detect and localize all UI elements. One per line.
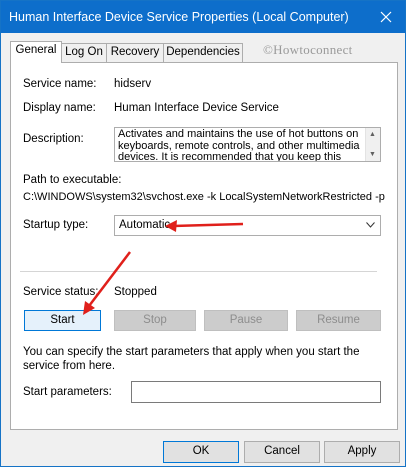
title-bar[interactable]: Human Interface Device Service Propertie… (1, 1, 405, 33)
pause-button[interactable]: Pause (204, 310, 288, 331)
watermark: ©Howtoconnect (263, 42, 353, 57)
path-value: C:\WINDOWS\system32\svchost.exe -k Local… (23, 191, 385, 203)
resume-button[interactable]: Resume (296, 310, 381, 331)
start-params-input[interactable] (131, 381, 381, 403)
apply-button[interactable]: Apply (324, 441, 400, 463)
service-name-value: hidserv (114, 78, 152, 90)
description-scrollbar[interactable]: ▲ ▼ (365, 128, 380, 161)
startup-type-select[interactable]: Automatic (114, 215, 381, 236)
service-status-label: Service status: (23, 286, 99, 298)
startup-type-label: Startup type: (23, 219, 89, 231)
scroll-down-icon[interactable]: ▼ (369, 151, 376, 158)
divider (20, 271, 377, 272)
start-button[interactable]: Start (24, 310, 101, 331)
tab-log-on[interactable]: Log On (61, 43, 107, 62)
scroll-up-icon[interactable]: ▲ (369, 131, 376, 138)
window-title: Human Interface Device Service Propertie… (9, 10, 349, 24)
tab-general[interactable]: General (10, 41, 62, 63)
start-params-label: Start parameters: (23, 386, 112, 398)
stop-button[interactable]: Stop (114, 310, 196, 331)
general-tab-panel: Service name: hidserv Display name: Huma… (10, 62, 398, 430)
service-status-value: Stopped (114, 286, 157, 298)
description-text: Activates and maintains the use of hot b… (118, 128, 360, 162)
startup-type-value: Automatic (119, 219, 171, 231)
start-params-help: You can specify the start parameters tha… (23, 346, 360, 372)
service-name-label: Service name: (23, 78, 97, 90)
properties-dialog: Human Interface Device Service Propertie… (0, 0, 406, 467)
tab-recovery[interactable]: Recovery (106, 43, 164, 62)
path-label: Path to executable: (23, 174, 122, 186)
chevron-down-icon (366, 222, 375, 228)
display-name-label: Display name: (23, 102, 96, 114)
display-name-value: Human Interface Device Service (114, 102, 279, 114)
description-label: Description: (23, 133, 84, 145)
description-field[interactable]: Activates and maintains the use of hot b… (114, 127, 381, 162)
tab-dependencies[interactable]: Dependencies (163, 43, 243, 62)
ok-button[interactable]: OK (163, 441, 239, 463)
close-button[interactable] (369, 1, 403, 33)
cancel-button[interactable]: Cancel (244, 441, 320, 463)
close-icon (380, 11, 392, 23)
